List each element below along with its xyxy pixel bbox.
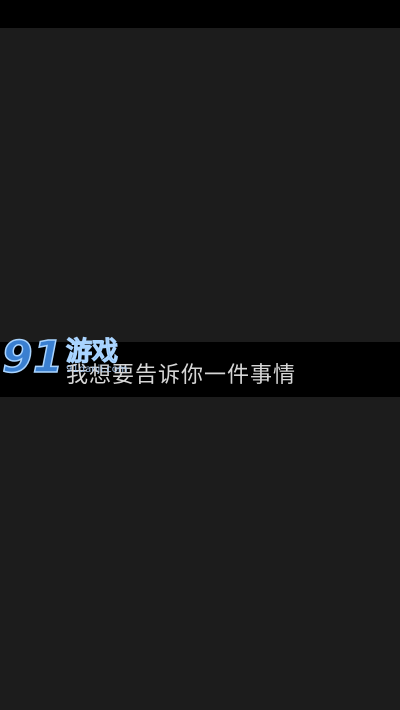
svg-text:91danji.com: 91danji.com xyxy=(66,364,128,375)
91-game-watermark-logo: 91 游戏 91danji.com xyxy=(1,331,128,380)
status-bar xyxy=(0,0,400,28)
svg-text:游戏: 游戏 xyxy=(66,337,118,367)
svg-text:91: 91 xyxy=(2,332,63,380)
game-screen[interactable]: 我想要告诉你一件事情 91 游戏 91danji.com xyxy=(0,0,400,710)
